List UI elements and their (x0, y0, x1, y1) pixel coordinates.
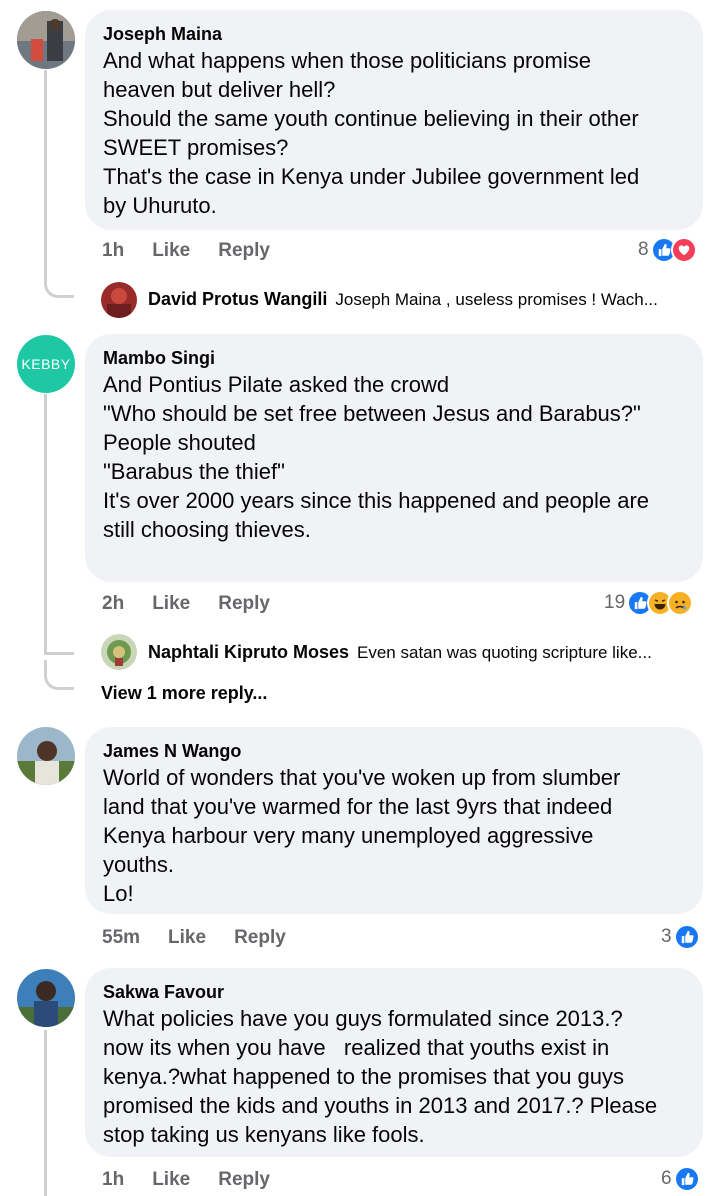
reply-text: Even satan was quoting scripture like... (357, 642, 652, 662)
comment-author[interactable]: James N Wango (103, 739, 685, 763)
comment-author[interactable]: Mambo Singi (103, 346, 685, 370)
thread-line (44, 1030, 47, 1196)
reply-preview[interactable]: Naphtali Kipruto Moses Even satan was qu… (148, 642, 652, 663)
comment-author[interactable]: Sakwa Favour (103, 980, 685, 1004)
reply-button[interactable]: Reply (218, 593, 270, 615)
comment-bubble: James N Wango World of wonders that you'… (85, 727, 703, 914)
thread-connector (44, 268, 74, 298)
comment-time[interactable]: 1h (102, 1169, 124, 1191)
reaction-summary[interactable]: 19 (604, 590, 694, 616)
reaction-count: 8 (638, 239, 649, 260)
comment-bubble: Joseph Maina And what happens when those… (85, 10, 703, 230)
like-button[interactable]: Like (168, 927, 206, 949)
like-button[interactable]: Like (152, 240, 190, 262)
reply-preview[interactable]: David Protus Wangili Joseph Maina , usel… (148, 289, 658, 310)
comment-actions: 2h Like Reply (102, 593, 270, 615)
comment-text: What policies have you guys formulated s… (103, 1006, 658, 1147)
thread-line (44, 394, 47, 654)
avatar-david-protus-wangili[interactable] (101, 282, 137, 318)
like-button[interactable]: Like (152, 593, 190, 615)
thread-line (44, 70, 47, 280)
like-icon (673, 924, 700, 950)
reply-author[interactable]: David Protus Wangili (148, 289, 327, 310)
reply-button[interactable]: Reply (234, 927, 286, 949)
comment-author[interactable]: Joseph Maina (103, 22, 685, 46)
comment-text: And Pontius Pilate asked the crowd "Who … (103, 372, 650, 542)
reaction-count: 6 (661, 1168, 672, 1189)
comment-text: And what happens when those politicians … (103, 48, 640, 218)
avatar-mambo-singi[interactable]: KEBBY (17, 335, 75, 393)
comment-time[interactable]: 2h (102, 593, 124, 615)
comment-actions: 1h Like Reply (102, 1169, 270, 1191)
reaction-summary[interactable]: 3 (661, 924, 700, 950)
thread-connector (44, 660, 74, 690)
love-icon (670, 237, 697, 263)
reply-author[interactable]: Naphtali Kipruto Moses (148, 642, 349, 663)
comment-actions: 1h Like Reply (102, 240, 270, 262)
avatar-sakwa-favour[interactable] (17, 969, 75, 1027)
avatar-text: KEBBY (21, 356, 71, 372)
comment-bubble: Sakwa Favour What policies have you guys… (85, 968, 703, 1157)
comment-time[interactable]: 55m (102, 927, 140, 949)
comment-actions: 55m Like Reply (102, 927, 286, 949)
avatar-joseph-maina[interactable] (17, 11, 75, 69)
sad-icon (667, 590, 694, 616)
reaction-summary[interactable]: 6 (661, 1166, 700, 1192)
avatar-naphtali-kipruto-moses[interactable] (101, 634, 137, 670)
avatar-james-n-wango[interactable] (17, 727, 75, 785)
like-button[interactable]: Like (152, 1169, 190, 1191)
reply-text: Joseph Maina , useless promises ! Wach..… (335, 289, 658, 309)
like-icon (673, 1166, 700, 1192)
reaction-summary[interactable]: 8 (638, 237, 697, 263)
reply-button[interactable]: Reply (218, 240, 270, 262)
comment-time[interactable]: 1h (102, 240, 124, 262)
view-more-replies-link[interactable]: View 1 more reply... (101, 683, 267, 704)
reaction-count: 19 (604, 592, 626, 613)
reaction-count: 3 (661, 926, 672, 947)
reply-button[interactable]: Reply (218, 1169, 270, 1191)
comment-text: World of wonders that you've woken up fr… (103, 765, 621, 906)
comment-bubble: Mambo Singi And Pontius Pilate asked the… (85, 334, 703, 582)
thread-connector (44, 652, 74, 655)
